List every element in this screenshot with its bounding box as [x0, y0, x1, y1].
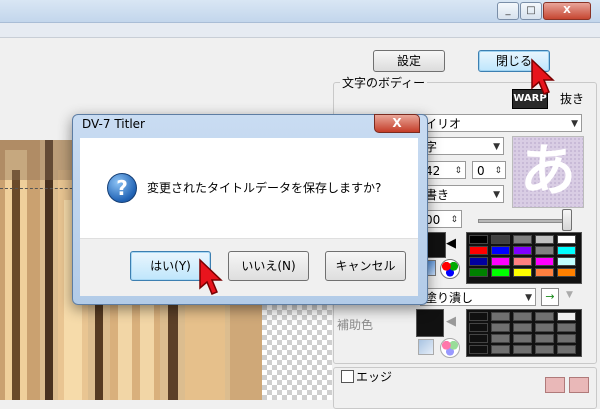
color-swatch[interactable] — [535, 235, 554, 244]
gradient-arrow-icon[interactable]: → — [541, 288, 559, 306]
minimize-button[interactable]: _ — [497, 2, 519, 20]
color-swatch[interactable] — [557, 235, 576, 244]
color-swatch[interactable] — [469, 323, 488, 332]
color-swatch[interactable] — [513, 323, 532, 332]
arrow-left-icon: ◀ — [446, 314, 456, 329]
aux-color-label: 補助色 — [337, 318, 374, 332]
color-wheel-icon — [440, 338, 460, 358]
font-select-value: イリオ — [425, 117, 462, 131]
chevron-down-icon: ▼ — [493, 142, 500, 152]
spacing-stepper[interactable]: 0 ⇕ — [472, 161, 506, 179]
color-swatch[interactable] — [513, 268, 532, 277]
color-swatch[interactable] — [491, 312, 510, 321]
color-swatch[interactable] — [491, 345, 510, 354]
maximize-icon: □ — [526, 5, 536, 16]
color-swatch[interactable] — [557, 246, 576, 255]
opacity-slider-thumb[interactable] — [562, 209, 572, 231]
settings-button[interactable]: 設定 — [373, 50, 445, 72]
color-swatch[interactable] — [469, 268, 488, 277]
spacing-value: 0 — [477, 164, 485, 178]
color-swatch[interactable] — [557, 268, 576, 277]
color-swatch[interactable] — [491, 246, 510, 255]
color-swatch[interactable] — [535, 323, 554, 332]
chevron-down-icon: ▼ — [566, 290, 573, 300]
color-swatch[interactable] — [469, 257, 488, 266]
color-swatch[interactable] — [513, 312, 532, 321]
color-swatch[interactable] — [535, 334, 554, 343]
window-close-button[interactable]: X — [543, 2, 591, 20]
glyph-preview: あ — [512, 136, 584, 208]
aux-color-swatch[interactable] — [416, 309, 444, 337]
main-color-palette — [466, 232, 582, 284]
chevron-down-icon: ▼ — [493, 190, 500, 200]
maximize-button[interactable]: □ — [520, 2, 542, 20]
color-swatch[interactable] — [513, 345, 532, 354]
color-swatch[interactable] — [469, 345, 488, 354]
aux-color-palette — [466, 309, 582, 357]
color-swatch[interactable] — [491, 323, 510, 332]
mouse-pointer-icon — [531, 58, 555, 95]
color-swatch[interactable] — [469, 334, 488, 343]
no-button[interactable]: いいえ(N) — [228, 251, 309, 281]
color-swatch[interactable] — [491, 235, 510, 244]
transparency-checker — [262, 300, 332, 400]
color-swatch[interactable] — [557, 345, 576, 354]
color-swatch[interactable] — [491, 334, 510, 343]
arrow-left-icon[interactable]: ◀ — [446, 236, 456, 251]
direction-value: 書き — [425, 188, 450, 202]
color-swatch[interactable] — [535, 257, 554, 266]
spin-icon: ⇕ — [450, 215, 458, 225]
minimize-icon: _ — [505, 5, 511, 16]
color-swatch[interactable] — [513, 246, 532, 255]
color-swatch[interactable] — [469, 246, 488, 255]
dialog-close-button[interactable]: X — [374, 114, 420, 133]
eyedropper-icon — [418, 339, 434, 355]
spin-icon: ⇕ — [454, 166, 462, 176]
edge-checkbox[interactable] — [341, 370, 354, 383]
color-swatch[interactable] — [535, 345, 554, 354]
color-swatch[interactable] — [535, 312, 554, 321]
font-select[interactable]: イリオ ▼ — [420, 114, 582, 132]
direction-select[interactable]: 書き ▼ — [420, 185, 504, 203]
color-swatch[interactable] — [557, 312, 576, 321]
color-swatch[interactable] — [513, 334, 532, 343]
chevron-down-icon: ▼ — [525, 293, 532, 303]
color-swatch[interactable] — [557, 323, 576, 332]
menu-bar — [0, 23, 600, 38]
text-body-group-title: 文字のボディー — [340, 74, 428, 91]
mouse-pointer-icon — [199, 258, 223, 295]
color-swatch[interactable] — [513, 257, 532, 266]
dialog-title: DV-7 Titler — [82, 117, 145, 131]
chevron-down-icon: ▼ — [571, 119, 578, 129]
fill-value: 塗り潰し — [425, 291, 474, 305]
color-swatch[interactable] — [513, 235, 532, 244]
question-icon: ? — [107, 173, 137, 203]
opacity-slider-track[interactable] — [478, 219, 572, 223]
edge-color-swatch — [569, 377, 589, 393]
color-swatch[interactable] — [491, 268, 510, 277]
color-wheel-icon[interactable] — [440, 259, 460, 279]
color-swatch[interactable] — [535, 268, 554, 277]
color-swatch[interactable] — [557, 334, 576, 343]
close-icon: X — [563, 5, 571, 16]
color-swatch[interactable] — [557, 257, 576, 266]
color-swatch[interactable] — [469, 235, 488, 244]
edge-label: エッジ — [356, 370, 393, 384]
glyph-preview-char: あ — [520, 139, 576, 204]
color-swatch[interactable] — [491, 257, 510, 266]
edge-color-swatch — [545, 377, 565, 393]
dialog-message: 変更されたタイトルデータを保存しますか? — [147, 181, 382, 195]
fill-select[interactable]: 塗り潰し ▼ — [420, 288, 536, 306]
style-select[interactable]: 字 ▼ — [420, 137, 504, 155]
color-swatch[interactable] — [535, 246, 554, 255]
cutout-label: 抜き — [560, 92, 585, 106]
close-icon: X — [392, 116, 402, 130]
cancel-button[interactable]: キャンセル — [325, 251, 406, 281]
color-swatch[interactable] — [469, 312, 488, 321]
spin-icon: ⇕ — [494, 166, 502, 176]
